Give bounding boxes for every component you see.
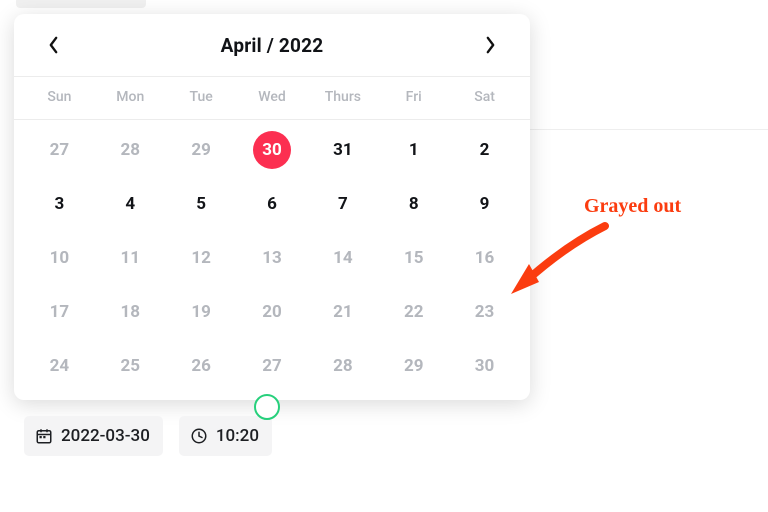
day-cell[interactable]: 10 — [24, 238, 95, 278]
day-number: 22 — [404, 302, 424, 322]
day-cell[interactable]: 16 — [449, 238, 520, 278]
calendar-days-grid: 2728293031123456789101112131415161718192… — [14, 120, 530, 392]
day-cell[interactable]: 28 — [95, 130, 166, 170]
day-number: 10 — [50, 248, 70, 268]
weekday-fri: Fri — [378, 85, 449, 109]
day-number: 27 — [50, 140, 70, 160]
day-cell[interactable]: 3 — [24, 184, 95, 224]
window-tab-fragment — [16, 0, 146, 8]
day-number: 14 — [333, 248, 353, 268]
day-cell[interactable]: 18 — [95, 292, 166, 332]
day-number: 5 — [196, 194, 206, 214]
day-cell[interactable]: 31 — [307, 130, 378, 170]
calendar-icon — [35, 427, 53, 445]
day-cell[interactable]: 17 — [24, 292, 95, 332]
day-cell[interactable]: 11 — [95, 238, 166, 278]
day-number: 16 — [475, 248, 495, 268]
day-cell[interactable]: 19 — [166, 292, 237, 332]
day-cell[interactable]: 5 — [166, 184, 237, 224]
day-number: 28 — [333, 356, 353, 376]
day-cell[interactable]: 26 — [166, 346, 237, 386]
time-chip[interactable]: 10:20 — [179, 416, 272, 456]
date-chip[interactable]: 2022-03-30 — [24, 416, 163, 456]
annotation-label: Grayed out — [584, 195, 681, 218]
day-cell[interactable]: 20 — [237, 292, 308, 332]
weekday-wed: Wed — [237, 85, 308, 109]
day-cell[interactable]: 2 — [449, 130, 520, 170]
day-cell[interactable]: 29 — [166, 130, 237, 170]
prev-month-button[interactable] — [40, 32, 66, 58]
day-cell[interactable]: 25 — [95, 346, 166, 386]
day-number: 29 — [404, 356, 424, 376]
date-chip-value: 2022-03-30 — [61, 426, 150, 446]
chevron-right-icon — [485, 36, 496, 54]
calendar-popup: April / 2022 Sun Mon Tue Wed Thurs Fri S… — [14, 14, 530, 400]
day-cell[interactable]: 28 — [307, 346, 378, 386]
day-number: 4 — [125, 194, 135, 214]
next-month-button[interactable] — [478, 32, 504, 58]
day-number: 18 — [121, 302, 141, 322]
day-number: 15 — [404, 248, 424, 268]
day-cell[interactable]: 29 — [378, 346, 449, 386]
day-cell[interactable]: 12 — [166, 238, 237, 278]
time-chip-value: 10:20 — [216, 426, 259, 446]
day-cell[interactable]: 6 — [237, 184, 308, 224]
day-number: 13 — [262, 248, 282, 268]
day-cell[interactable]: 27 — [237, 346, 308, 386]
weekday-thu: Thurs — [307, 85, 378, 109]
day-number: 30 — [475, 356, 495, 376]
day-number: 6 — [267, 194, 277, 214]
day-number: 30 — [262, 140, 282, 160]
month-year-label[interactable]: April / 2022 — [221, 34, 324, 57]
day-cell[interactable]: 15 — [378, 238, 449, 278]
day-number: 2 — [480, 140, 490, 160]
day-cell[interactable]: 30 — [237, 130, 308, 170]
day-cell[interactable]: 14 — [307, 238, 378, 278]
day-number: 17 — [50, 302, 70, 322]
day-cell[interactable]: 21 — [307, 292, 378, 332]
day-number: 29 — [191, 140, 211, 160]
day-number: 9 — [480, 194, 490, 214]
day-number: 28 — [121, 140, 141, 160]
day-cell[interactable]: 30 — [449, 346, 520, 386]
day-number: 1 — [409, 140, 419, 160]
page-divider — [530, 129, 768, 130]
day-cell[interactable]: 22 — [378, 292, 449, 332]
weekday-tue: Tue — [166, 85, 237, 109]
day-cell[interactable]: 8 — [378, 184, 449, 224]
day-number: 20 — [262, 302, 282, 322]
day-number: 11 — [121, 248, 141, 268]
day-cell[interactable]: 7 — [307, 184, 378, 224]
day-number: 23 — [475, 302, 495, 322]
weekday-sun: Sun — [24, 85, 95, 109]
weekday-mon: Mon — [95, 85, 166, 109]
day-cell[interactable]: 4 — [95, 184, 166, 224]
day-cell[interactable]: 1 — [378, 130, 449, 170]
day-number: 8 — [409, 194, 419, 214]
calendar-header: April / 2022 — [14, 14, 530, 76]
day-cell[interactable]: 9 — [449, 184, 520, 224]
day-cell[interactable]: 24 — [24, 346, 95, 386]
day-cell[interactable]: 23 — [449, 292, 520, 332]
selected-values-row: 2022-03-30 10:20 — [24, 416, 272, 456]
clock-icon — [190, 427, 208, 445]
selection-ring-indicator — [254, 394, 280, 420]
day-cell[interactable]: 13 — [237, 238, 308, 278]
chevron-left-icon — [48, 36, 59, 54]
weekday-sat: Sat — [449, 85, 520, 109]
day-number: 27 — [262, 356, 282, 376]
day-number: 21 — [333, 302, 353, 322]
day-cell[interactable]: 27 — [24, 130, 95, 170]
day-number: 24 — [50, 356, 70, 376]
day-number: 12 — [191, 248, 211, 268]
day-number: 31 — [333, 140, 353, 160]
day-number: 25 — [121, 356, 141, 376]
weekday-header-row: Sun Mon Tue Wed Thurs Fri Sat — [14, 76, 530, 120]
day-number: 19 — [191, 302, 211, 322]
day-number: 26 — [191, 356, 211, 376]
day-number: 3 — [55, 194, 65, 214]
day-number: 7 — [338, 194, 348, 214]
